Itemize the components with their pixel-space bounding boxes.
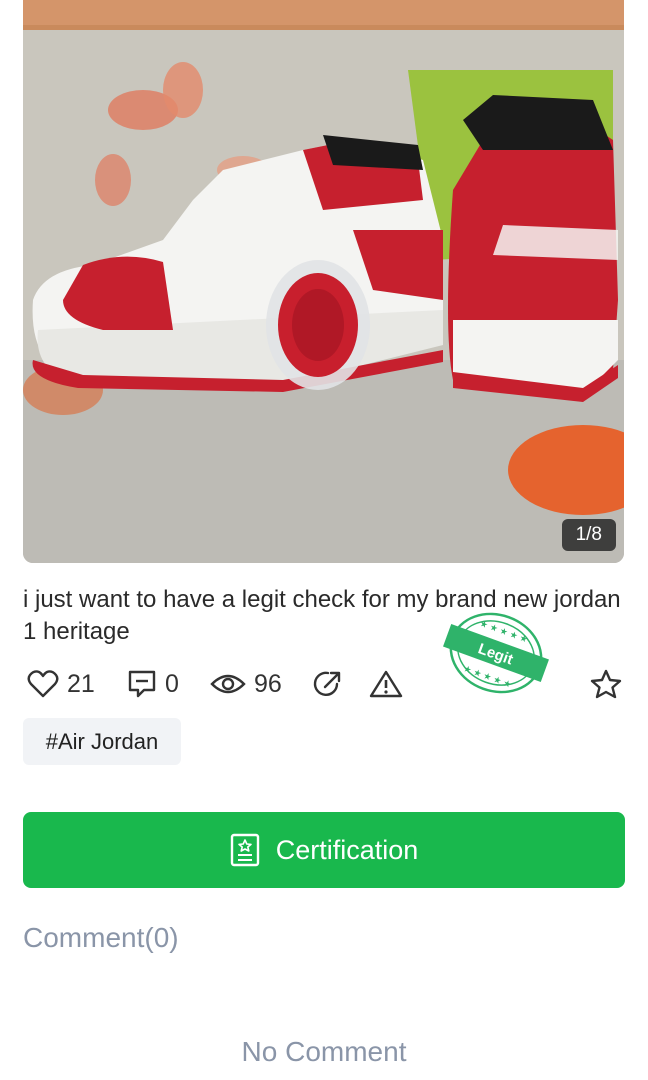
certificate-icon (230, 833, 259, 867)
sneaker-photo (23, 0, 624, 563)
certification-label: Certification (275, 834, 419, 865)
report-button[interactable] (369, 662, 403, 706)
heart-icon (27, 670, 59, 698)
share-button[interactable] (313, 662, 343, 706)
comment-icon (128, 670, 156, 698)
share-icon (313, 671, 341, 696)
empty-comments-message: No Comment (241, 1036, 407, 1067)
view-count: 96 (254, 669, 282, 698)
like-count: 21 (67, 669, 95, 698)
tag-chip[interactable]: #Air Jordan (23, 718, 181, 765)
comments-heading: Comment(0) (23, 922, 179, 953)
views-indicator: 96 (210, 662, 282, 706)
star-icon (590, 669, 622, 699)
comment-count: 0 (165, 669, 179, 698)
favorite-button[interactable] (589, 662, 623, 706)
image-counter: 1/8 (561, 519, 616, 551)
comment-button[interactable]: 0 (127, 662, 179, 706)
certification-button[interactable]: Certification (23, 812, 625, 888)
post-photo[interactable]: 1/8 (23, 0, 624, 563)
stats-row: 21 0 96 (23, 662, 625, 706)
eye-icon (210, 674, 246, 694)
warning-icon (369, 670, 403, 698)
like-button[interactable]: 21 (27, 662, 95, 706)
